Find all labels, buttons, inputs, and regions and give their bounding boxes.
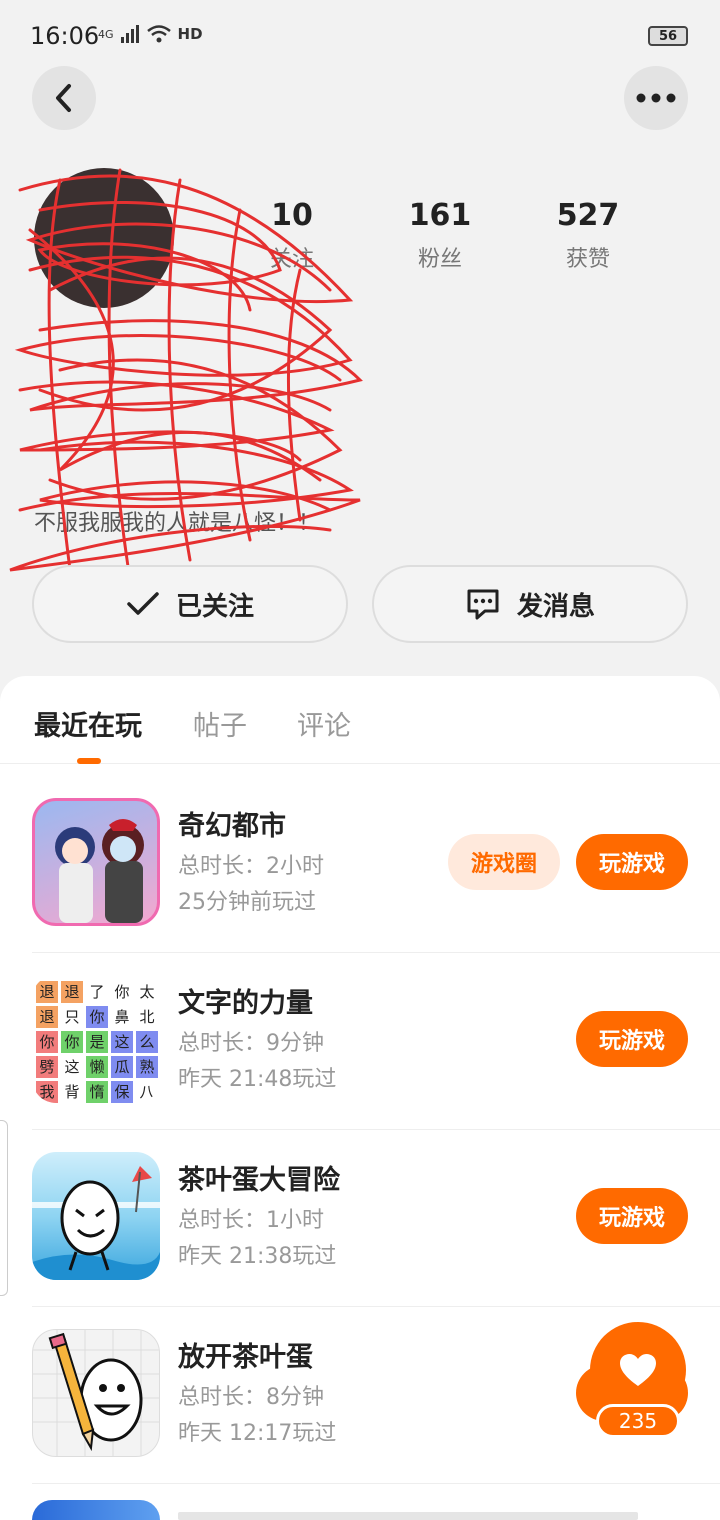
game-row-tea-egg-adventure[interactable]: 茶叶蛋大冒险 总时长：1小时 昨天 21:38玩过 玩游戏 xyxy=(0,1130,720,1307)
game-duration: 总时长：2小时 xyxy=(178,854,324,879)
send-message-button[interactable]: 发消息 xyxy=(372,565,688,643)
game-duration: 总时长：8分钟 xyxy=(178,1385,324,1410)
grid-char: 我 xyxy=(36,1081,58,1103)
grid-char: 这 xyxy=(111,1031,133,1053)
grid-char: 保 xyxy=(111,1081,133,1103)
bio-text: 不服我服我的人就是八怪！！ xyxy=(34,511,321,536)
tab-posts[interactable]: 帖子 xyxy=(193,704,247,743)
game-title: 放开茶叶蛋 xyxy=(178,1342,313,1373)
likes-label: 获赞 xyxy=(565,247,610,272)
more-dots-icon xyxy=(636,93,676,103)
game-title: 奇幻都市 xyxy=(178,811,286,842)
game-title: 文字的力量 xyxy=(178,988,313,1019)
game-title: 茶叶蛋大冒险 xyxy=(178,1165,340,1196)
play-game-button[interactable]: 玩游戏 xyxy=(576,1011,688,1067)
side-drawer-handle[interactable] xyxy=(0,1120,8,1296)
game-row-fantasy-city[interactable]: 奇幻都市 总时长：2小时 25分钟前玩过 游戏圈 玩游戏 xyxy=(0,776,720,953)
wifi-icon xyxy=(146,25,171,43)
game-last-played: 昨天 12:17玩过 xyxy=(178,1421,337,1446)
tab-bar: 最近在玩 帖子 评论 xyxy=(0,676,720,764)
play-game-button[interactable]: 玩游戏 xyxy=(576,834,688,890)
game-last-played: 昨天 21:48玩过 xyxy=(178,1067,337,1092)
battery-level: 56 xyxy=(658,28,678,44)
stat-following[interactable]: 10 关注 xyxy=(232,198,352,273)
followed-label: 已关注 xyxy=(175,591,254,622)
grid-char: 你 xyxy=(61,1031,83,1053)
game-circle-button[interactable]: 游戏圈 xyxy=(448,834,560,890)
status-icons: 4G HD xyxy=(98,24,203,44)
grid-char: 背 xyxy=(64,1083,80,1101)
grid-char: 太 xyxy=(139,983,155,1001)
grid-char: 退 xyxy=(36,1006,58,1028)
grid-char: 你 xyxy=(86,1006,108,1028)
tab-recently-played[interactable]: 最近在玩 xyxy=(34,704,142,743)
status-time: 16:06 xyxy=(30,22,100,50)
chevron-left-icon xyxy=(56,84,71,112)
grid-char: 退 xyxy=(36,981,58,1003)
grid-char: 退 xyxy=(61,981,83,1003)
stat-fans[interactable]: 161 粉丝 xyxy=(380,198,500,273)
followed-button[interactable]: 已关注 xyxy=(32,565,348,643)
game-duration: 总时长：9分钟 xyxy=(178,1031,324,1056)
egg-skater-icon xyxy=(32,1166,160,1280)
stat-likes[interactable]: 527 获赞 xyxy=(528,198,648,273)
heart-icon xyxy=(620,1354,656,1386)
fans-count: 161 xyxy=(408,198,472,233)
hd-label: HD xyxy=(177,25,203,43)
grid-char: 你 xyxy=(114,983,130,1001)
grid-char: 熟 xyxy=(136,1056,158,1078)
tab-indicator xyxy=(77,758,101,764)
word-grid-icon: 退 退 了 你 太 退 只 你 鼻 北 你 你 是 这 么 劈 这 懒 瓜 熟 xyxy=(32,975,160,1103)
game-last-played: 昨天 21:38玩过 xyxy=(178,1244,337,1269)
grid-char: 这 xyxy=(64,1058,80,1076)
checkmark-icon xyxy=(127,592,159,615)
following-count: 10 xyxy=(271,198,313,233)
play-game-button[interactable]: 玩游戏 xyxy=(576,1188,688,1244)
grid-char: 北 xyxy=(139,1008,155,1026)
grid-char: 么 xyxy=(136,1031,158,1053)
pencil-egg-icon xyxy=(33,1330,159,1456)
game-icon-tea-egg-adventure[interactable] xyxy=(32,1152,160,1280)
like-count-badge: 235 xyxy=(596,1404,680,1438)
more-button[interactable] xyxy=(624,66,688,130)
game-icon-power-of-words[interactable]: 退 退 了 你 太 退 只 你 鼻 北 你 你 是 这 么 劈 这 懒 瓜 熟 xyxy=(32,975,160,1103)
grid-char: 惰 xyxy=(86,1081,108,1103)
anime-characters-icon xyxy=(55,819,144,923)
grid-char: 鼻 xyxy=(114,1008,130,1026)
status-bar: 16:06 4G HD 56 xyxy=(0,0,720,70)
grid-char: 瓜 xyxy=(111,1056,133,1078)
game-duration: 总时长：1小时 xyxy=(178,1208,324,1233)
signal-icon xyxy=(120,25,139,43)
following-label: 关注 xyxy=(269,247,314,272)
next-game-icon-peek xyxy=(32,1500,160,1520)
game-icon-fantasy-city[interactable] xyxy=(32,798,160,926)
grid-char: 劈 xyxy=(36,1056,58,1078)
tab-comments[interactable]: 评论 xyxy=(297,704,351,743)
network-label: 4G xyxy=(98,27,114,41)
game-last-played: 25分钟前玩过 xyxy=(178,890,316,915)
back-button[interactable] xyxy=(32,66,96,130)
battery-indicator: 56 xyxy=(648,26,688,46)
send-message-label: 发消息 xyxy=(516,591,595,622)
grid-char: 你 xyxy=(36,1031,58,1053)
grid-char: 了 xyxy=(89,983,105,1001)
grid-char: 是 xyxy=(86,1031,108,1053)
likes-count: 527 xyxy=(556,198,620,233)
grid-char: 只 xyxy=(64,1008,80,1026)
game-row-power-of-words[interactable]: 退 退 了 你 太 退 只 你 鼻 北 你 你 是 这 么 劈 这 懒 瓜 熟 xyxy=(0,953,720,1130)
grid-char: 八 xyxy=(139,1083,155,1101)
avatar[interactable] xyxy=(34,168,174,308)
grid-char: 懒 xyxy=(86,1056,108,1078)
row-divider xyxy=(32,1483,720,1484)
next-game-text-peek xyxy=(178,1512,638,1520)
chat-bubble-icon xyxy=(467,589,499,620)
fans-label: 粉丝 xyxy=(417,247,462,272)
game-icon-let-go-tea-egg[interactable] xyxy=(32,1329,160,1457)
